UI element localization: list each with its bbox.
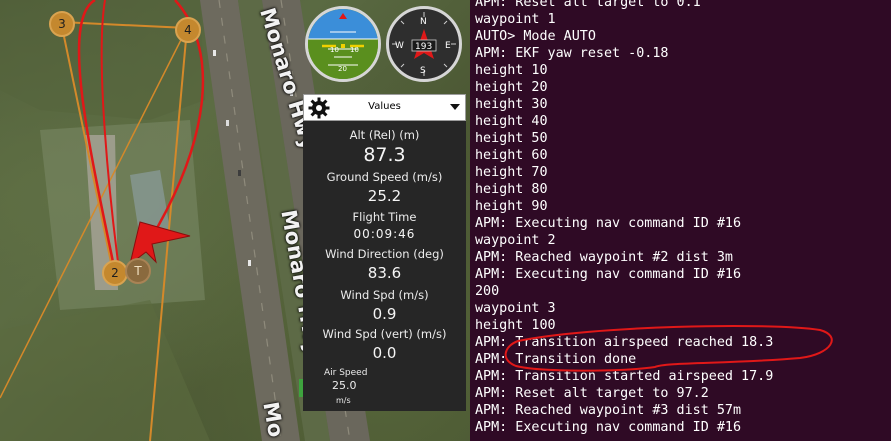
pitch-mark: 20 — [338, 65, 347, 73]
waypoint-marker[interactable]: 2 — [102, 260, 128, 286]
airspeed-unit: m/s — [336, 396, 351, 405]
ground-speed-label: Ground Speed (m/s) — [326, 170, 443, 184]
alt-label: Alt (Rel) (m) — [349, 128, 420, 142]
quick-view-panel: Values Alt (Rel) (m) 87.3 Ground Speed (… — [303, 94, 466, 411]
alt-value: 87.3 — [363, 144, 406, 166]
wind-speed-value: 0.9 — [372, 305, 397, 323]
compass-north: N — [420, 17, 427, 27]
heading-indicator: N E S W 193 — [386, 6, 462, 82]
wind-speed-vert-label: Wind Spd (vert) (m/s) — [322, 327, 447, 341]
highlight-annotation — [504, 324, 833, 372]
quick-view-header[interactable]: Values — [303, 94, 466, 121]
flight-time-value: 00:09:46 — [353, 227, 416, 241]
quick-view-title: Values — [368, 101, 401, 112]
chevron-down-icon[interactable] — [450, 104, 460, 110]
attitude-indicator: 10 10 20 — [305, 6, 381, 82]
waypoint-marker[interactable]: 4 — [175, 17, 201, 43]
wind-direction-value: 83.6 — [367, 264, 402, 282]
waypoint-marker[interactable]: 3 — [49, 11, 75, 37]
compass-west: W — [395, 41, 404, 51]
ground-speed-value: 25.2 — [367, 187, 402, 205]
wind-speed-vert-value: 0.0 — [372, 344, 397, 362]
wind-speed-label: Wind Spd (m/s) — [340, 288, 429, 302]
pitch-mark: 10 — [330, 46, 339, 54]
flight-time-label: Flight Time — [352, 210, 417, 224]
pitch-mark: 10 — [350, 46, 359, 54]
scale-indicator — [299, 379, 303, 397]
wind-direction-label: Wind Direction (deg) — [325, 247, 444, 261]
compass-east: E — [445, 41, 451, 51]
home-marker[interactable]: T — [125, 258, 151, 284]
map-view[interactable]: Monaro Hwy Monaro Hwy Mo 3 4 2 T 10 10 2… — [0, 0, 470, 441]
airspeed-label: Air Speed — [324, 368, 368, 378]
console-output[interactable]: APM: Reset alt target to 0.1 waypoint 1 … — [470, 0, 891, 441]
heading-value: 193 — [415, 42, 432, 52]
airspeed-value: 25.0 — [332, 379, 357, 392]
compass-south: S — [420, 66, 426, 76]
